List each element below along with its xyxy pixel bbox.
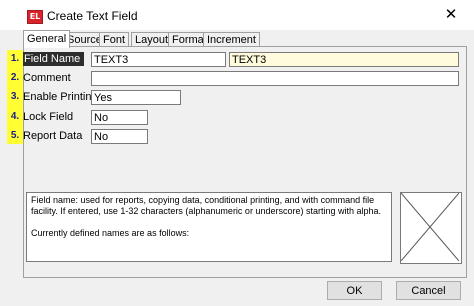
tab-font[interactable]: Font xyxy=(99,32,130,47)
lock-field-label: Lock Field xyxy=(23,111,74,123)
field-name-preview: TEXT3 xyxy=(229,52,459,67)
help-text-box: Field name: used for reports, copying da… xyxy=(26,192,392,262)
step-badge-3: 3. xyxy=(7,88,23,105)
cancel-button[interactable]: Cancel xyxy=(396,281,461,300)
step-badge-4: 4. xyxy=(7,108,23,125)
empty-image-icon xyxy=(400,192,460,262)
close-icon[interactable]: ✕ xyxy=(436,5,466,25)
tab-layout[interactable]: Layout xyxy=(131,32,173,47)
help-text-description: Field name: used for reports, copying da… xyxy=(31,195,382,216)
field-name-input[interactable]: TEXT3 xyxy=(91,52,226,67)
report-data-input[interactable]: No xyxy=(91,129,148,144)
comment-input[interactable] xyxy=(91,71,459,86)
app-logo-icon: EL xyxy=(27,10,43,24)
comment-label: Comment xyxy=(23,72,71,84)
enable-printing-label: Enable Printing xyxy=(23,91,98,103)
step-badge-2: 2. xyxy=(7,69,23,86)
tab-general[interactable]: General xyxy=(23,30,71,48)
step-badge-1: 1. xyxy=(7,50,23,67)
preview-image-placeholder xyxy=(400,192,462,264)
tab-increment[interactable]: Increment xyxy=(203,32,260,47)
help-text-names-heading: Currently defined names are as follows: xyxy=(31,228,190,238)
window-title: Create Text Field xyxy=(47,9,138,23)
enable-printing-input[interactable]: Yes xyxy=(91,90,181,105)
step-badge-5: 5. xyxy=(7,127,23,144)
field-name-label: Field Name xyxy=(23,52,85,66)
report-data-label: Report Data xyxy=(23,130,83,142)
lock-field-input[interactable]: No xyxy=(91,110,148,125)
ok-button[interactable]: OK xyxy=(327,281,382,300)
